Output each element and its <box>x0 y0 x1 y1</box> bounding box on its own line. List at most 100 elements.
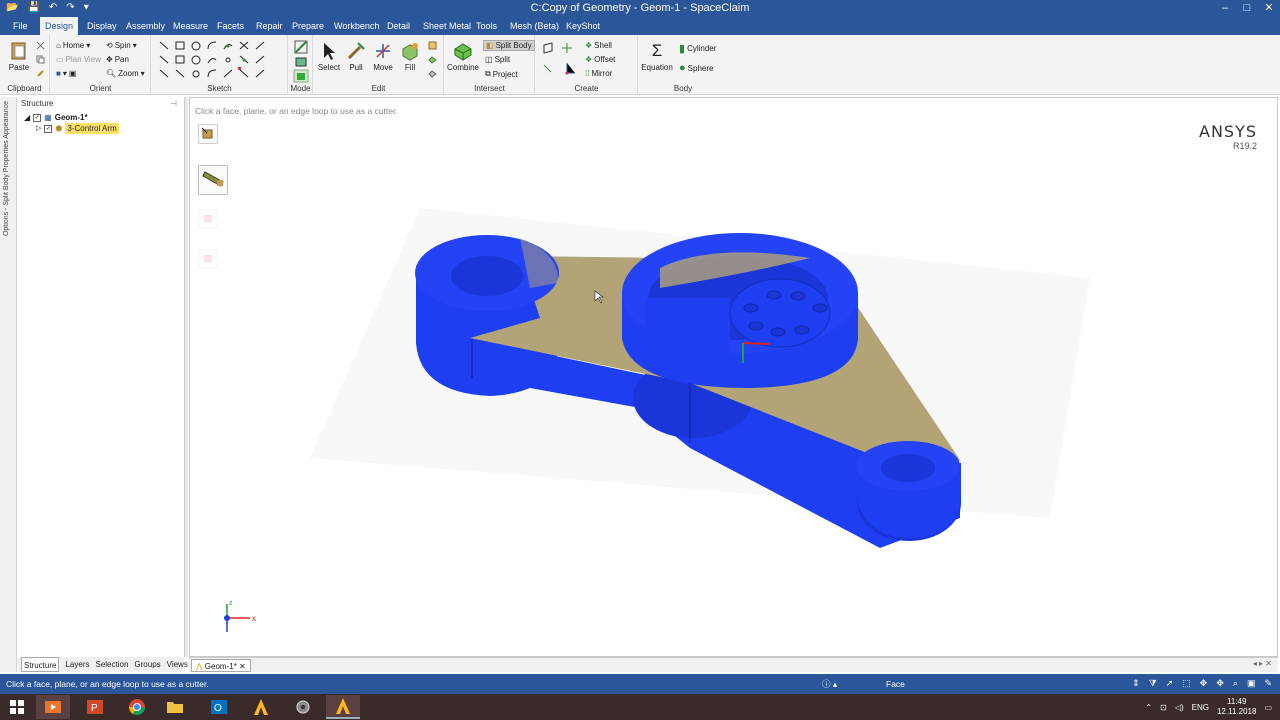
pan-button[interactable]: ✥ Pan <box>106 55 129 64</box>
info-icon[interactable]: ⓘ ▴ <box>822 678 837 690</box>
windows-icon <box>10 700 24 714</box>
tab-design[interactable]: Design <box>40 17 79 35</box>
plan-view-button[interactable]: ▭ Plan View <box>56 55 101 64</box>
visibility-checkbox[interactable]: ✓ <box>33 113 42 122</box>
tab-structure[interactable]: Structure <box>21 657 60 672</box>
shell-button[interactable]: ❖ Shell <box>585 41 612 50</box>
tab-scroll-controls[interactable]: ◂ ▸ ✕ <box>1253 659 1272 668</box>
equation-button[interactable]: Σ Equation <box>640 41 674 72</box>
combine-button[interactable]: Combine <box>446 41 480 72</box>
fill-button[interactable]: Fill <box>393 41 427 72</box>
taskbar-chrome[interactable] <box>120 695 154 719</box>
pointer-icon[interactable]: ➚ <box>1166 678 1174 689</box>
tab-keyshot[interactable]: KeyShot <box>561 17 605 35</box>
project-button[interactable]: ⧉ Project <box>485 69 518 79</box>
taskbar-media-player[interactable] <box>36 695 70 719</box>
document-tab[interactable]: ⋀ Geom-1* ✕ <box>191 659 251 672</box>
minimize-button[interactable]: – <box>1214 0 1236 17</box>
document-tab-bar: ⋀ Geom-1* ✕ ◂ ▸ ✕ <box>189 657 1278 672</box>
system-clock[interactable]: 11:49 12.11.2018 <box>1217 697 1256 717</box>
selection-filter[interactable]: Face <box>886 679 905 689</box>
section-mode-icon[interactable] <box>294 55 308 69</box>
copy-icon[interactable] <box>36 55 45 64</box>
spin-button[interactable]: ⟲ Spin ▾ <box>106 41 137 50</box>
zoom-button[interactable]: 🔍︎ Zoom ▾ <box>106 69 145 78</box>
paste-button[interactable]: Paste <box>2 41 36 72</box>
tab-sheet-metal[interactable]: Sheet Metal <box>418 17 476 35</box>
create-tools-icon-grid[interactable] <box>541 41 585 77</box>
mirror-button[interactable]: ⁞⁞ Mirror <box>585 69 612 78</box>
filter-icon[interactable]: ⧩ <box>1149 678 1157 689</box>
maximize-button[interactable]: □ <box>1236 0 1258 17</box>
side-panel-strip[interactable]: Options - Split Body Properties Appearan… <box>0 97 17 672</box>
taskbar-ansys-workbench[interactable] <box>244 695 278 719</box>
taskbar-spaceclaim[interactable] <box>326 695 360 719</box>
expand-icon[interactable]: ▷ <box>36 123 41 134</box>
close-button[interactable]: ✕ <box>1258 0 1280 17</box>
tray-expand-icon[interactable]: ⌃ <box>1145 703 1152 712</box>
pan-icon[interactable]: ✥ <box>1216 678 1224 689</box>
selection-mode-icon[interactable]: ⇕ <box>1132 678 1140 689</box>
edit-extra-icon-1[interactable] <box>428 41 437 50</box>
close-tab-icon[interactable]: ✕ <box>239 662 246 671</box>
tab-facets[interactable]: Facets <box>212 17 249 35</box>
sphere-button[interactable]: ● Sphere <box>679 62 713 74</box>
tab-mesh-beta[interactable]: Mesh (Beta) <box>505 17 564 35</box>
tab-file[interactable]: File <box>8 17 33 35</box>
group-sketch: Sketch <box>152 35 288 95</box>
split-button[interactable]: ◫ Split <box>485 55 510 64</box>
fit-icon[interactable]: ▣ <box>1247 678 1256 689</box>
collapse-icon[interactable]: ◢ <box>24 112 30 123</box>
tab-layers[interactable]: Layers <box>65 657 89 672</box>
visibility-checkbox[interactable]: ✓ <box>44 124 53 133</box>
control-arm-model[interactable] <box>190 98 1279 658</box>
taskbar-powerpoint[interactable]: P <box>78 695 112 719</box>
tree-item-root[interactable]: ◢ ✓ ▦ Geom-1* <box>24 112 88 123</box>
project-icon: ⧉ <box>485 69 491 78</box>
move-view-icon[interactable]: ✥ <box>1200 678 1208 689</box>
input-language[interactable]: ENG <box>1192 703 1209 712</box>
tab-measure[interactable]: Measure <box>168 17 213 35</box>
sketch-tools-icon-grid[interactable] <box>156 40 284 80</box>
view-cube-button[interactable]: ■ ▾ ▣ <box>56 69 76 78</box>
taskbar-outlook[interactable]: O <box>202 695 236 719</box>
edit-extra-icon-2[interactable] <box>428 55 437 64</box>
taskbar-app[interactable] <box>286 695 320 719</box>
tree-item-control-arm[interactable]: ▷ ✓ ⬢ 3-Control Arm <box>36 123 119 134</box>
component-icon: ⬢ <box>55 124 63 133</box>
tab-display[interactable]: Display <box>82 17 122 35</box>
os-taskbar: P O ⌃ ⊡ ◁) ENG 11:49 12.11.2018 ▭ <box>0 694 1280 720</box>
side-panel-tabs[interactable]: Options - Split Body Properties Appearan… <box>3 101 10 236</box>
box-select-icon[interactable]: ⬚ <box>1182 678 1191 689</box>
tab-repair[interactable]: Repair <box>251 17 288 35</box>
tab-workbench[interactable]: Workbench <box>329 17 384 35</box>
offset-button[interactable]: ❖ Offset <box>585 55 615 64</box>
panel-splitter[interactable] <box>184 97 188 657</box>
axis-z-label: z <box>229 600 233 607</box>
graphics-viewport[interactable]: Click a face, plane, or an edge loop to … <box>189 97 1278 657</box>
pin-icon[interactable]: ⊣ <box>170 99 177 108</box>
network-icon[interactable]: ⊡ <box>1160 703 1167 712</box>
volume-icon[interactable]: ◁) <box>1175 703 1184 712</box>
measure-icon[interactable]: ✎ <box>1264 678 1272 689</box>
start-button[interactable] <box>0 695 34 719</box>
ansys-icon <box>336 698 350 714</box>
split-body-button[interactable]: ◧ Split Body <box>483 40 535 51</box>
sketch-mode-icon[interactable] <box>294 40 308 54</box>
cylinder-button[interactable]: ▮ Cylinder <box>679 42 716 55</box>
cut-icon[interactable] <box>36 41 45 50</box>
home-button[interactable]: ⌂ Home ▾ <box>56 41 90 50</box>
tab-groups[interactable]: Groups <box>134 657 160 672</box>
tab-selection[interactable]: Selection <box>95 657 128 672</box>
3d-mode-icon[interactable] <box>293 69 309 83</box>
edit-extra-icon-3[interactable] <box>428 69 437 78</box>
tab-views[interactable]: Views <box>167 657 188 672</box>
zoom-icon[interactable]: ⌕ <box>1233 678 1238 689</box>
tab-tools[interactable]: Tools <box>471 17 502 35</box>
tab-prepare[interactable]: Prepare <box>287 17 329 35</box>
format-painter-icon[interactable] <box>36 69 45 78</box>
tab-assembly[interactable]: Assembly <box>121 17 170 35</box>
notification-icon[interactable]: ▭ <box>1264 703 1272 712</box>
taskbar-file-explorer[interactable] <box>158 695 192 719</box>
tab-detail[interactable]: Detail <box>382 17 415 35</box>
